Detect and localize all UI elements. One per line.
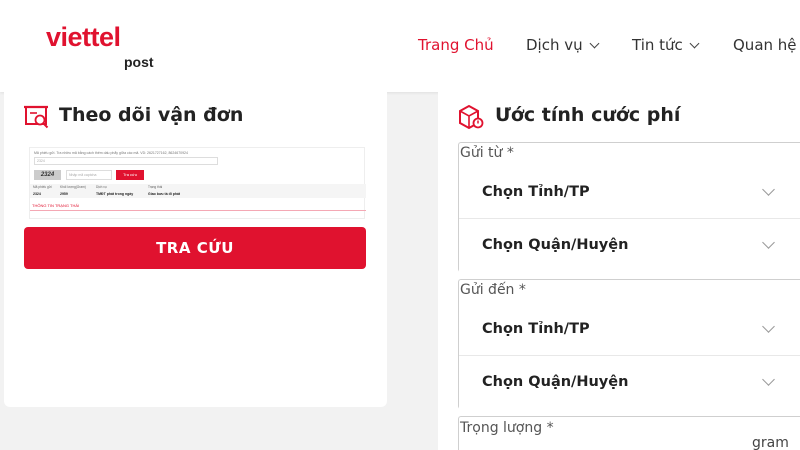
preview-status-heading: THÔNG TIN TRẠNG THÁI xyxy=(32,203,80,208)
preview-val: Giao bưu tá đi phát xyxy=(148,192,181,196)
to-legend: Gửi đến * xyxy=(460,282,526,298)
preview-col: Mã phiếu gửi xyxy=(33,185,52,189)
from-district-select[interactable]: Chọn Quận/Huyện xyxy=(459,220,800,272)
nav-item-news-label: Tin tức xyxy=(632,36,683,54)
logo-subtext: post xyxy=(124,54,154,70)
preview-col: Trạng thái xyxy=(148,185,163,189)
tracking-preview-image: Mã phiếu gửi. Tra nhiều mã bằng cách thê… xyxy=(29,147,366,219)
from-province-label: Chọn Tỉnh/TP xyxy=(482,184,590,200)
tracking-title: Theo dõi vận đơn xyxy=(59,104,244,126)
from-province-select[interactable]: Chọn Tỉnh/TP xyxy=(459,167,800,219)
preview-col: Khối lượng(Gram) xyxy=(60,185,86,189)
site-header: viettel post Trang Chủ Dịch vụ Tin tức Q… xyxy=(0,0,800,92)
lookup-button[interactable]: TRA CỨU xyxy=(24,227,366,269)
nav-item-services-label: Dịch vụ xyxy=(526,36,583,54)
preview-table: Mã phiếu gửi Khối lượng(Gram) Dịch vụ Tr… xyxy=(30,184,366,198)
tracking-search-icon xyxy=(24,104,50,135)
viettel-post-logo[interactable]: viettel post xyxy=(46,22,166,72)
chevron-down-icon xyxy=(762,183,775,196)
logo-wordmark: viettel xyxy=(46,22,121,52)
preview-button: Tra cứu xyxy=(116,170,144,180)
chevron-down-icon xyxy=(762,236,775,249)
nav-item-news[interactable]: Tin tức xyxy=(632,36,700,54)
from-district-label: Chọn Quận/Huyện xyxy=(482,237,629,253)
chevron-down-icon xyxy=(689,38,700,49)
shipping-box-icon xyxy=(457,102,485,135)
preview-val: 2959 xyxy=(60,192,68,196)
preview-captcha-input: Nhập mã captcha xyxy=(66,170,112,180)
chevron-down-icon xyxy=(589,38,600,49)
to-province-label: Chọn Tỉnh/TP xyxy=(482,321,590,337)
nav-item-home[interactable]: Trang Chủ xyxy=(418,36,494,54)
from-legend: Gửi từ * xyxy=(460,145,514,161)
chevron-down-icon xyxy=(762,320,775,333)
weight-unit: gram xyxy=(752,435,789,450)
nav-item-services[interactable]: Dịch vụ xyxy=(526,36,600,54)
preview-input: 2324 xyxy=(34,157,218,165)
chevron-down-icon xyxy=(762,373,775,386)
preview-val: TMĐT phát trong ngày xyxy=(96,192,134,196)
weight-legend: Trọng lượng * xyxy=(460,420,554,436)
tracking-card: Theo dõi vận đơn Mã phiếu gửi. Tra nhiều… xyxy=(4,92,387,407)
preview-hint: Mã phiếu gửi. Tra nhiều mã bằng cách thê… xyxy=(34,151,188,155)
nav-item-relations[interactable]: Quan hệ c xyxy=(733,36,800,54)
to-province-select[interactable]: Chọn Tỉnh/TP xyxy=(459,304,800,356)
to-district-select[interactable]: Chọn Quận/Huyện xyxy=(459,357,800,409)
estimate-title: Ước tính cước phí xyxy=(495,104,681,126)
preview-val: 2324 xyxy=(33,192,41,196)
preview-divider xyxy=(30,210,366,211)
to-district-label: Chọn Quận/Huyện xyxy=(482,374,629,390)
preview-col: Dịch vụ xyxy=(96,185,107,189)
preview-captcha: 2324 xyxy=(34,170,61,180)
